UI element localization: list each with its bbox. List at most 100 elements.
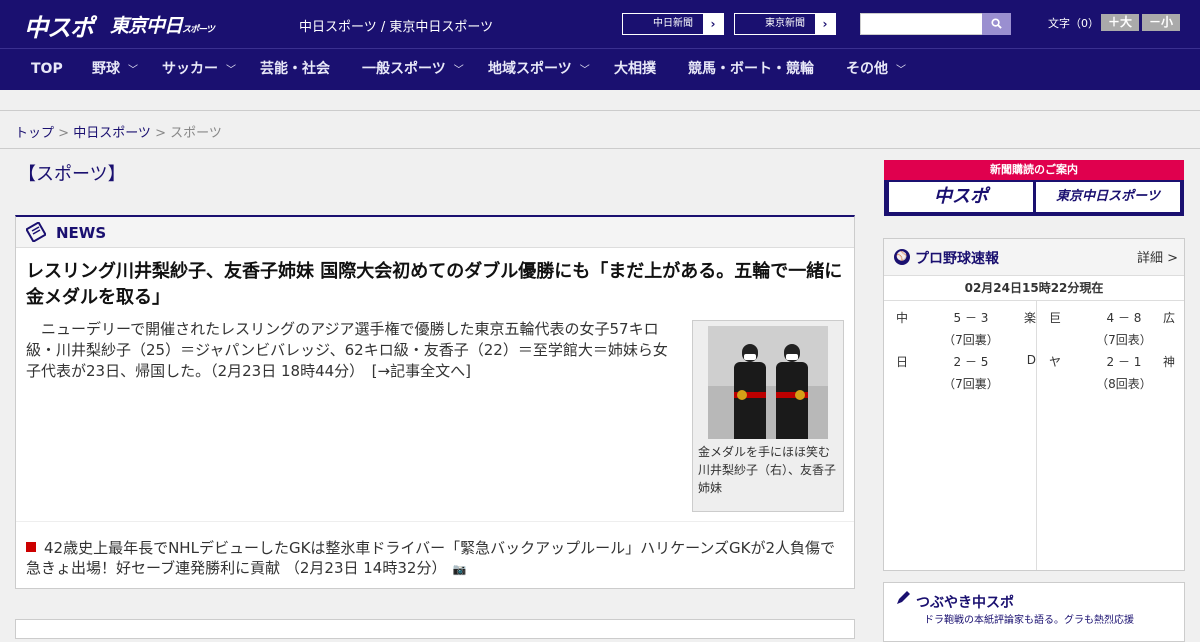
game-score[interactable]: 中 5 － 3 楽 （7回裏）	[896, 309, 1036, 353]
bullet-icon	[26, 542, 36, 552]
game-score[interactable]: ヤ 2 － 1 神 （8回表）	[1049, 353, 1175, 397]
baseball-scores: ⚾ プロ野球速報 詳細 > 02月24日15時22分現在 中 5 － 3 楽 （7回裏…	[883, 238, 1185, 571]
team2: 楽	[1023, 311, 1036, 325]
team1: 中	[896, 311, 909, 325]
nav-item-racing[interactable]: 競馬・ボート・競輪	[688, 49, 814, 91]
baseball-header: ⚾ プロ野球速報 詳細 >	[884, 239, 1184, 275]
score: 2 － 1	[1106, 355, 1142, 369]
nav-item-general-sports[interactable]: 一般スポーツ ﹀	[362, 49, 464, 91]
camera-icon: 📷	[452, 563, 467, 576]
nav-label: 野球	[92, 61, 120, 77]
font-size-label: 文字（0）	[1048, 17, 1099, 30]
chevron-down-icon: ﹀	[226, 65, 236, 76]
nav-item-sumo[interactable]: 大相撲	[614, 49, 656, 91]
team1: 巨	[1049, 311, 1062, 325]
breadcrumb-bar: トップ > 中日スポーツ > スポーツ	[0, 110, 1200, 149]
inning: （7回裏）	[943, 333, 999, 347]
search-button[interactable]	[982, 13, 1011, 35]
search-icon	[991, 18, 1002, 29]
game-score[interactable]: 巨 4 － 8 広 （7回表）	[1049, 309, 1175, 353]
breadcrumb-separator: >	[54, 126, 74, 141]
page-title: 【スポーツ】	[18, 164, 126, 185]
baseball-icon: ⚾	[894, 249, 910, 265]
baseball-detail-link[interactable]: 詳細 >	[1137, 247, 1178, 266]
pen-icon	[894, 589, 912, 611]
team1: ヤ	[1049, 355, 1062, 369]
nav-item-other[interactable]: その他 ﹀	[846, 49, 906, 91]
inning: （7回表）	[1096, 333, 1152, 347]
ad-tokyo-logo[interactable]: 東京中日スポーツ	[1036, 182, 1180, 212]
baseball-timestamp: 02月24日15時22分現在	[884, 275, 1184, 301]
team2: D	[1026, 353, 1036, 367]
nav-item-top[interactable]: TOP	[31, 49, 63, 91]
nav-item-entertainment[interactable]: 芸能・社会	[260, 49, 330, 91]
breadcrumb-current: スポーツ	[170, 126, 222, 141]
score: 5 － 3	[953, 311, 989, 325]
tokyo-logo-small: スポーツ	[182, 25, 215, 35]
baseball-title: プロ野球速報	[915, 251, 999, 267]
nav-label: その他	[846, 61, 888, 77]
photo-person-right	[776, 344, 808, 439]
chevron-down-icon: ﹀	[453, 65, 464, 76]
font-smaller-button[interactable]: －小	[1142, 14, 1180, 31]
score: 4 － 8	[1106, 311, 1142, 325]
chevron-right-icon: ›	[703, 14, 723, 34]
nav-item-local-sports[interactable]: 地域スポーツ ﹀	[488, 49, 590, 91]
photo-caption: 金メダルを手にほほ笑む川井梨紗子（右）、友香子姉妹	[698, 445, 837, 495]
photo-person-left	[734, 344, 766, 439]
news-sub-text: 42歳史上最年長でNHLデビューしたGKは整氷車ドライバー「緊急バックアップルー…	[26, 539, 836, 577]
news-divider	[16, 521, 854, 522]
next-section-box	[15, 619, 855, 639]
chevron-down-icon: ﹀	[579, 65, 590, 76]
chevron-down-icon: ﹀	[896, 65, 906, 76]
news-sub-item[interactable]: 42歳史上最年長でNHLデビューしたGKは整氷車ドライバー「緊急バックアップルー…	[26, 538, 846, 580]
site-header: 中スポ 東京中日スポーツ 中日スポーツ / 東京中日スポーツ 中日新聞 › 東京新…	[0, 0, 1200, 48]
nav-label: 大相撲	[614, 61, 656, 77]
baseball-divider	[1036, 301, 1037, 570]
chuspo-logo[interactable]: 中スポ	[24, 8, 94, 43]
breadcrumb-separator: >	[150, 126, 171, 141]
chevron-down-icon: ﹀	[128, 65, 138, 76]
team2: 広	[1162, 311, 1175, 325]
tokyo-shimbun-button[interactable]: 東京新聞 ›	[734, 13, 836, 35]
nav-item-baseball[interactable]: 野球 ﹀	[92, 49, 138, 91]
ad-chuspo-logo[interactable]: 中スポ	[889, 182, 1033, 212]
nav-label: 地域スポーツ	[488, 61, 572, 77]
chunichi-shimbun-label: 中日新聞	[653, 18, 693, 29]
photo-wall	[708, 326, 828, 386]
chunichi-shimbun-button[interactable]: 中日新聞 ›	[622, 13, 724, 35]
breadcrumb-chunichi[interactable]: 中日スポーツ	[73, 126, 151, 141]
tokyo-chunichi-logo[interactable]: 東京中日スポーツ	[110, 11, 215, 38]
tsubuyaki-box[interactable]: つぶやき中スポ ドラ鞄戦の本紙評論家も語る。グラも熱烈応援	[883, 582, 1185, 642]
site-name-link[interactable]: 中日スポーツ / 東京中日スポーツ	[299, 16, 493, 35]
nav-label: 芸能・社会	[260, 61, 330, 77]
news-photo-box: 金メダルを手にほほ笑む川井梨紗子（右）、友香子姉妹	[692, 320, 844, 512]
breadcrumb-top[interactable]: トップ	[15, 126, 54, 141]
news-body[interactable]: ニューデリーで開催されたレスリングのアジア選手権で優勝した東京五輪代表の女子57…	[26, 319, 676, 382]
team2: 神	[1162, 355, 1175, 369]
score: 2 － 5	[953, 355, 989, 369]
main-nav: TOP 野球 ﹀ サッカー ﹀ 芸能・社会 一般スポーツ ﹀ 地域スポーツ ﹀ 大相撲 …	[0, 48, 1200, 90]
game-score[interactable]: 日 2 － 5 D （7回裏）	[896, 353, 1036, 397]
news-header: NEWS	[16, 217, 854, 248]
tokyo-shimbun-label: 東京新聞	[765, 18, 805, 29]
nav-label: TOP	[31, 61, 63, 77]
news-headline[interactable]: レスリング川井梨紗子、友香子姉妹 国際大会初めてのダブル優勝にも「まだ上がある。…	[26, 259, 846, 311]
news-section-label: NEWS	[56, 224, 107, 242]
news-section: NEWS レスリング川井梨紗子、友香子姉妹 国際大会初めてのダブル優勝にも「まだ…	[15, 215, 855, 589]
news-photo[interactable]	[708, 326, 828, 439]
inning: （8回表）	[1096, 377, 1152, 391]
tsubuyaki-title: つぶやき中スポ	[916, 595, 1014, 611]
tsubuyaki-subtitle: ドラ鞄戦の本紙評論家も語る。グラも熱烈応援	[924, 615, 1134, 626]
nav-label: サッカー	[162, 61, 218, 77]
font-larger-button[interactable]: ＋大	[1101, 14, 1139, 31]
nav-label: 一般スポーツ	[362, 61, 446, 77]
subscription-title: 新聞購読のご案内	[990, 163, 1078, 176]
chevron-right-icon: ›	[815, 14, 835, 34]
team1: 日	[896, 355, 909, 369]
nav-item-soccer[interactable]: サッカー ﹀	[162, 49, 236, 91]
nav-label: 競馬・ボート・競輪	[688, 61, 814, 77]
news-tag-icon	[25, 221, 47, 243]
inning: （7回裏）	[943, 377, 999, 391]
breadcrumb: トップ > 中日スポーツ > スポーツ	[15, 122, 222, 141]
